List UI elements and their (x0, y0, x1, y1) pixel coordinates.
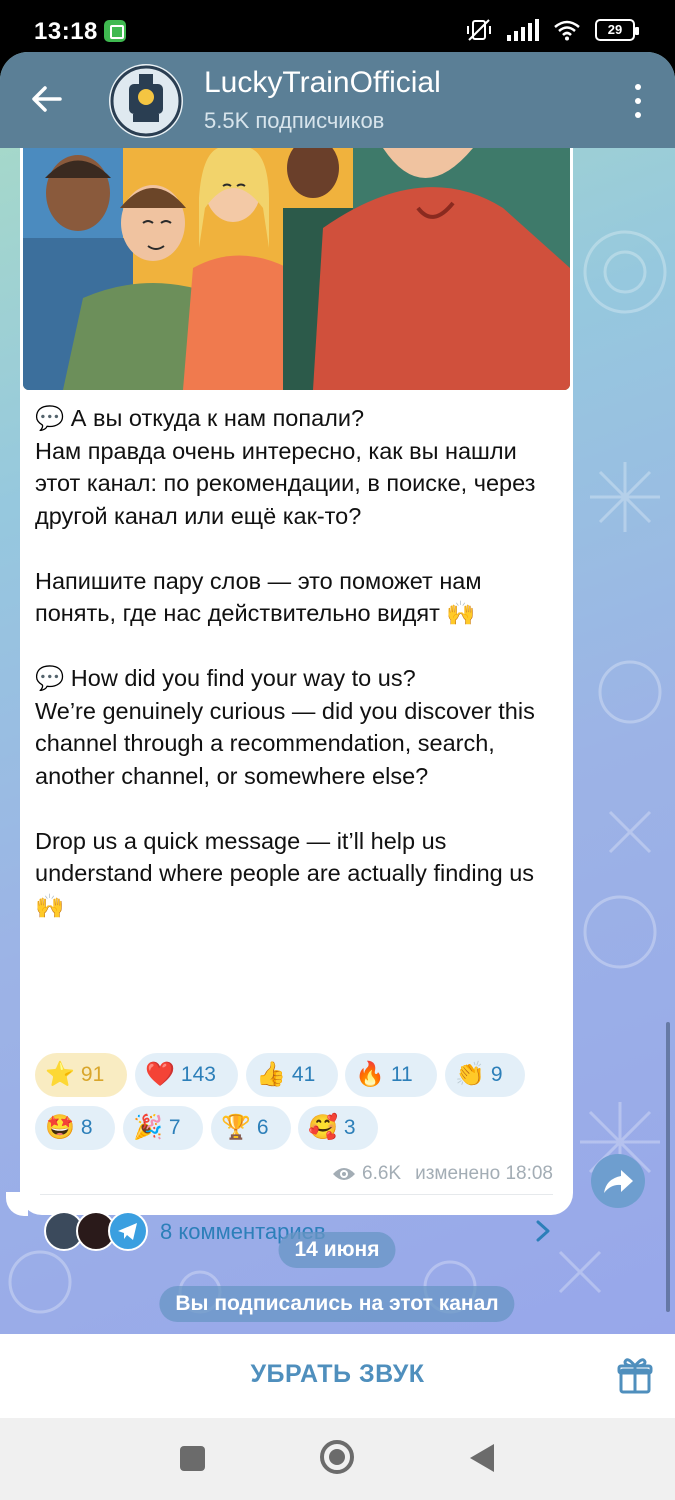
reaction-count: 9 (490, 1063, 503, 1086)
train-logo-icon (110, 65, 182, 137)
channel-name[interactable]: LuckyTrainOfficial (204, 66, 441, 100)
trophy-emoji-icon: 🏆 (221, 1114, 251, 1141)
edited-time: изменено 18:08 (415, 1163, 553, 1184)
reaction-count: 143 (180, 1063, 216, 1086)
share-button[interactable] (591, 1154, 645, 1208)
muted-vibrate-icon (467, 19, 491, 41)
channel-avatar[interactable] (109, 64, 183, 138)
reaction-fire[interactable]: 🔥 11 (345, 1053, 437, 1097)
reaction-count: 3 (343, 1116, 356, 1139)
chat-area[interactable]: 💬 А вы откуда к нам попали? Нам правда о… (0, 52, 675, 1334)
mute-button[interactable]: УБРАТЬ ЗВУК (0, 1360, 675, 1389)
party-popper-emoji-icon: 🎉 (133, 1114, 163, 1141)
reaction-clap[interactable]: 👏 9 (445, 1053, 525, 1097)
star-emoji-icon: ⭐ (45, 1061, 75, 1088)
thumbs-up-emoji-icon: 👍 (256, 1061, 286, 1088)
home-button[interactable] (320, 1440, 354, 1474)
comments-divider (40, 1194, 553, 1195)
reaction-count: 91 (80, 1063, 105, 1086)
signal-icon (507, 19, 539, 41)
back-button[interactable] (470, 1444, 494, 1472)
chevron-right-icon (536, 1220, 550, 1242)
clap-emoji-icon: 👏 (455, 1061, 485, 1088)
view-count: 6.6K (362, 1163, 402, 1184)
more-menu-icon[interactable] (633, 84, 643, 118)
scrollbar[interactable] (666, 1022, 670, 1312)
status-time: 13:18 (34, 18, 98, 45)
date-pill: 14 июня (278, 1232, 396, 1268)
subscribed-notice: Вы подписались на этот канал (159, 1286, 515, 1322)
eye-icon (333, 1168, 355, 1180)
reaction-count: 6 (256, 1116, 269, 1139)
battery-icon: 29 (595, 19, 639, 41)
gift-icon[interactable] (617, 1356, 653, 1394)
reaction-count: 11 (390, 1063, 413, 1086)
reaction-party[interactable]: 🎉 7 (123, 1106, 203, 1150)
reaction-trophy[interactable]: 🏆 6 (211, 1106, 291, 1150)
notification-app-icon (104, 20, 126, 42)
star-struck-emoji-icon: 🤩 (45, 1114, 75, 1141)
system-nav-bar (0, 1418, 675, 1500)
chat-header: LuckyTrainOfficial 5.5K подписчиков (0, 52, 675, 148)
post-text: 💬 А вы откуда к нам попали? Нам правда о… (35, 405, 536, 919)
wifi-icon (554, 20, 580, 41)
reaction-smiling-hearts[interactable]: 🥰 3 (298, 1106, 378, 1150)
heart-emoji-icon: ❤️ (145, 1061, 175, 1088)
reaction-star[interactable]: ⭐ 91 (35, 1053, 127, 1097)
reaction-star-struck[interactable]: 🤩 8 (35, 1106, 115, 1150)
reaction-count: 41 (291, 1063, 316, 1086)
status-icons: 29 (465, 18, 639, 42)
reaction-count: 8 (80, 1116, 93, 1139)
post-illustration[interactable] (23, 148, 570, 390)
smiling-hearts-emoji-icon: 🥰 (308, 1114, 338, 1141)
reaction-count: 7 (168, 1116, 181, 1139)
reaction-heart[interactable]: ❤️ 143 (135, 1053, 238, 1097)
fire-emoji-icon: 🔥 (355, 1061, 385, 1088)
subscriber-count: 5.5K подписчиков (204, 108, 385, 133)
back-arrow-icon[interactable] (30, 82, 64, 116)
channel-post[interactable]: 💬 А вы откуда к нам попали? Нам правда о… (20, 148, 573, 1251)
post-meta: 6.6K изменено 18:08 (332, 1163, 553, 1185)
recents-button[interactable] (180, 1446, 205, 1471)
telegram-avatar-icon (108, 1211, 148, 1251)
bottom-bar: УБРАТЬ ЗВУК (0, 1334, 675, 1418)
reaction-thumbs-up[interactable]: 👍 41 (246, 1053, 338, 1097)
share-arrow-icon (604, 1170, 633, 1193)
